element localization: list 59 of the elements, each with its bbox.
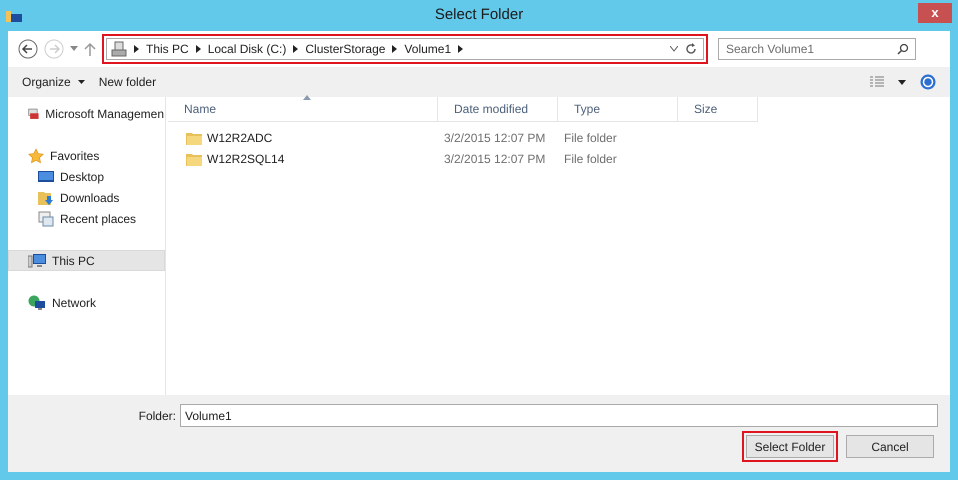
new-folder-button[interactable]: New folder bbox=[98, 73, 156, 91]
caret-icon bbox=[78, 80, 85, 84]
chevron-icon[interactable] bbox=[134, 45, 139, 53]
dropdown-icon[interactable] bbox=[670, 46, 678, 52]
chevron-icon[interactable] bbox=[392, 45, 398, 53]
breadcrumb[interactable]: This PC bbox=[146, 40, 189, 58]
network-icon bbox=[28, 294, 46, 310]
caret-icon[interactable] bbox=[898, 80, 906, 84]
nav-item[interactable]: Network bbox=[8, 292, 165, 313]
date-cell-text: 3/2/2015 12:07 PM bbox=[443, 150, 546, 168]
search-icon[interactable] bbox=[897, 43, 909, 55]
chevron-icon[interactable] bbox=[293, 45, 298, 53]
file-name: W12R2SQL14 bbox=[207, 150, 284, 168]
monitor-icon bbox=[38, 170, 54, 184]
recent-places-icon bbox=[38, 210, 54, 226]
star-icon bbox=[28, 148, 44, 164]
dialog-button[interactable]: Select Folder bbox=[746, 435, 834, 458]
sort-arrow-icon bbox=[302, 95, 310, 100]
column-header[interactable]: Type bbox=[558, 97, 678, 122]
search-field[interactable]: Search Volume1 bbox=[718, 38, 916, 60]
computer-icon bbox=[28, 252, 46, 268]
column-header[interactable]: Size bbox=[678, 97, 758, 122]
nav-item[interactable]: This PC bbox=[8, 250, 165, 271]
console-icon bbox=[28, 106, 40, 122]
column-header[interactable]: Date modified bbox=[438, 97, 558, 122]
view-options-icon[interactable] bbox=[870, 76, 884, 88]
folder-field[interactable]: Volume1 bbox=[180, 404, 938, 427]
dialog-button[interactable]: Cancel bbox=[846, 435, 934, 458]
folder-icon bbox=[186, 152, 202, 166]
back-icon[interactable] bbox=[18, 39, 38, 59]
nav-item[interactable]: Downloads bbox=[8, 187, 165, 208]
refresh-icon[interactable] bbox=[685, 43, 697, 55]
folder-label: Folder: bbox=[138, 408, 176, 424]
close-button[interactable]: x bbox=[918, 2, 952, 22]
window-title: Select Folder bbox=[434, 5, 524, 26]
file-row[interactable]: W12R2ADC 3/2/2015 12:07 PM File folder bbox=[168, 127, 950, 148]
address-bar[interactable]: This PC Local Disk (C:) ClusterStorage Volume1 bbox=[106, 38, 704, 60]
chevron-icon[interactable] bbox=[196, 45, 201, 53]
dropdown-icon[interactable] bbox=[70, 46, 78, 52]
nav-item[interactable]: Desktop bbox=[8, 166, 165, 187]
breadcrumb[interactable]: ClusterStorage bbox=[305, 40, 386, 58]
downloads-folder-icon bbox=[38, 190, 54, 206]
breadcrumb[interactable]: Volume1 bbox=[404, 40, 452, 58]
file-row[interactable]: W12R2SQL14 3/2/2015 12:07 PM File folder bbox=[168, 148, 950, 169]
help-icon[interactable] bbox=[920, 74, 936, 90]
file-name: W12R2ADC bbox=[207, 130, 272, 146]
date-cell-text: 3/2/2015 12:07 PM bbox=[443, 130, 546, 146]
chevron-icon[interactable] bbox=[458, 45, 464, 53]
nav-item[interactable]: Recent places bbox=[8, 208, 165, 229]
type-cell-text: File folder bbox=[563, 130, 618, 146]
nav-item[interactable]: Favorites bbox=[8, 145, 165, 166]
type-cell-text: File folder bbox=[563, 150, 618, 168]
drive-icon bbox=[111, 41, 127, 57]
organize-menu[interactable]: Organize bbox=[22, 73, 85, 91]
breadcrumb[interactable]: Local Disk (C:) bbox=[208, 40, 286, 58]
nav-item[interactable]: Microsoft Managemen bbox=[8, 103, 165, 124]
column-header[interactable]: Name bbox=[168, 97, 438, 122]
folder-icon bbox=[186, 130, 202, 144]
up-arrow-icon[interactable] bbox=[84, 42, 96, 56]
